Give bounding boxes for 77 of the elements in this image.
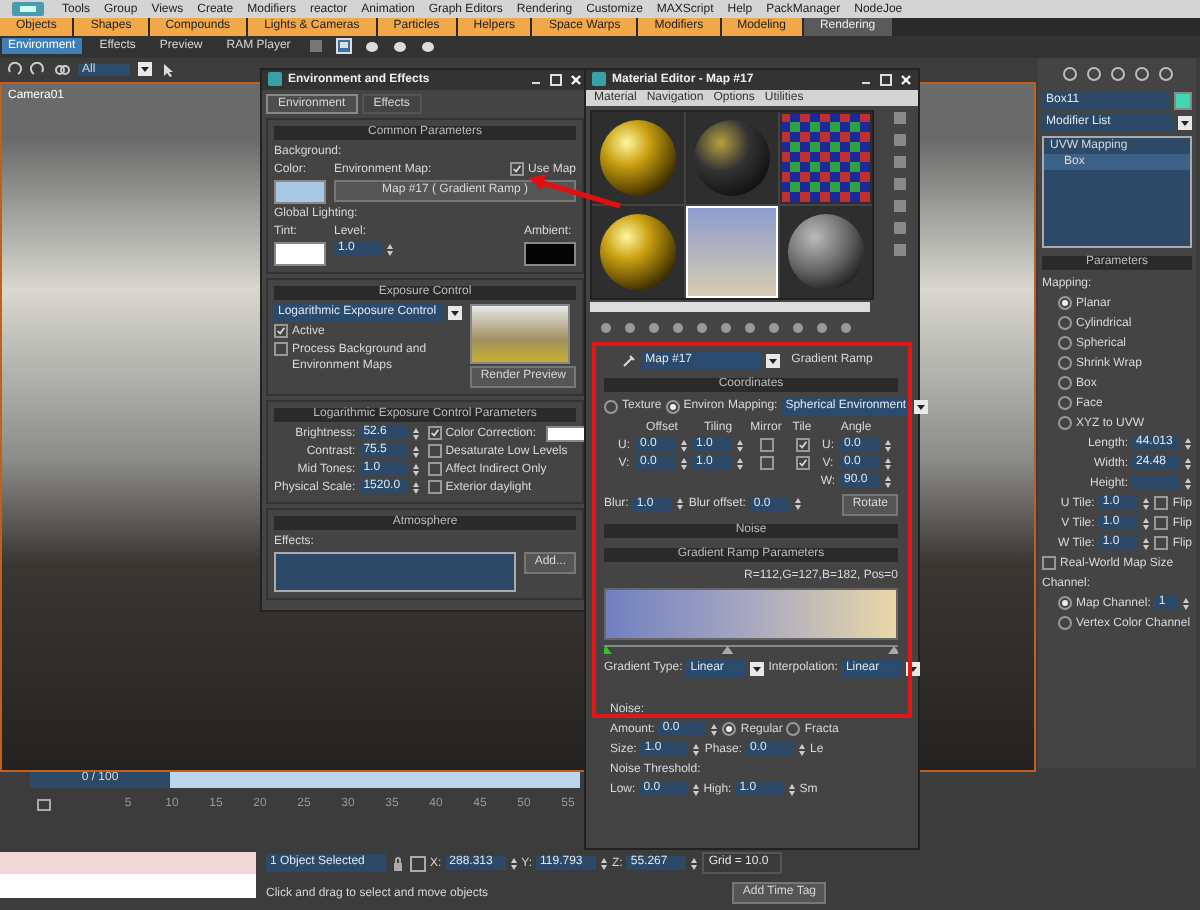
dropdown-arrow-icon[interactable] <box>448 305 463 320</box>
checkbox[interactable] <box>1042 556 1056 571</box>
checkbox[interactable] <box>509 162 524 177</box>
redo-icon[interactable] <box>30 61 46 78</box>
color-swatch[interactable] <box>274 241 326 266</box>
radio-button[interactable] <box>1058 296 1072 311</box>
radio-button[interactable] <box>665 399 680 414</box>
material-sample-slot[interactable] <box>780 111 872 204</box>
close-icon[interactable] <box>900 73 912 86</box>
dropdown-arrow-icon[interactable] <box>138 62 152 77</box>
radio-button[interactable] <box>1058 596 1072 611</box>
spinner-icon[interactable] <box>386 241 394 258</box>
radio-button[interactable] <box>1058 356 1072 371</box>
checkbox[interactable] <box>795 456 809 471</box>
script-output-field[interactable] <box>0 874 256 899</box>
gradient-ramp-bar[interactable] <box>604 587 898 640</box>
radio-button[interactable] <box>1058 616 1072 631</box>
spinner-icon[interactable] <box>680 455 688 472</box>
checkbox[interactable] <box>427 480 442 495</box>
app-icon <box>268 72 282 87</box>
checkbox[interactable] <box>1154 496 1169 511</box>
undo-icon[interactable] <box>6 61 22 78</box>
radio-button[interactable] <box>1058 396 1072 411</box>
dropdown-arrow-icon[interactable] <box>914 399 929 414</box>
radio-button[interactable] <box>786 722 801 737</box>
radio-button[interactable] <box>722 722 737 737</box>
color-swatch[interactable] <box>524 241 576 266</box>
gradient-flags-drawing[interactable] <box>604 643 898 656</box>
spinner-icon[interactable] <box>1184 475 1192 492</box>
checkbox[interactable] <box>427 444 442 459</box>
effects-list[interactable] <box>274 551 517 592</box>
checkbox[interactable] <box>759 456 773 471</box>
link-icon[interactable] <box>54 61 70 78</box>
radio-button[interactable] <box>1058 416 1072 431</box>
material-sample-slot[interactable] <box>592 205 684 298</box>
render-preview-placeholder <box>470 303 571 364</box>
material-sample-slot[interactable] <box>592 111 684 204</box>
checkbox[interactable] <box>759 438 773 453</box>
render-frame-icon[interactable] <box>336 38 353 55</box>
checkbox[interactable] <box>274 341 288 356</box>
radio-button[interactable] <box>604 399 618 414</box>
spinner-icon[interactable] <box>680 437 688 454</box>
spinner-icon[interactable] <box>884 455 892 472</box>
script-listener-field[interactable] <box>0 852 256 875</box>
spinner-icon[interactable] <box>884 437 892 454</box>
spinner-icon[interactable] <box>1184 455 1192 472</box>
checkbox[interactable] <box>795 438 809 453</box>
dropdown-arrow-icon[interactable] <box>1178 115 1192 130</box>
eyedropper-icon[interactable] <box>621 352 638 369</box>
spinner-icon[interactable] <box>736 437 744 454</box>
checkbox[interactable] <box>427 426 442 441</box>
checkbox[interactable] <box>1154 516 1169 531</box>
horizontal-scrollbar[interactable] <box>590 301 870 312</box>
maximize-icon[interactable] <box>880 73 892 86</box>
radio-button[interactable] <box>1058 316 1072 331</box>
checkbox[interactable] <box>274 324 288 339</box>
number-field[interactable] <box>1132 476 1180 491</box>
color-swatch[interactable] <box>274 179 326 204</box>
lock-icon[interactable] <box>390 855 406 872</box>
app-logo-icon[interactable] <box>8 0 48 18</box>
material-sample-slot[interactable] <box>686 111 778 204</box>
spinner-icon[interactable] <box>736 455 744 472</box>
checkbox[interactable] <box>1154 536 1169 551</box>
checkbox[interactable] <box>427 462 442 477</box>
arrow-annotation <box>524 171 624 212</box>
radio-button[interactable] <box>1058 376 1072 391</box>
object-color-swatch[interactable] <box>1174 91 1192 110</box>
material-sample-slot[interactable] <box>780 205 872 298</box>
maximize-icon[interactable] <box>550 73 562 86</box>
close-icon[interactable] <box>570 73 582 86</box>
dropdown-arrow-icon[interactable] <box>765 353 780 368</box>
cursor-icon[interactable] <box>160 61 176 78</box>
radio-button[interactable] <box>1058 336 1072 351</box>
spinner-icon[interactable] <box>1184 435 1192 452</box>
spinner-icon[interactable] <box>884 473 892 490</box>
app-icon <box>592 72 606 87</box>
dropdown-arrow-icon[interactable] <box>750 661 765 676</box>
